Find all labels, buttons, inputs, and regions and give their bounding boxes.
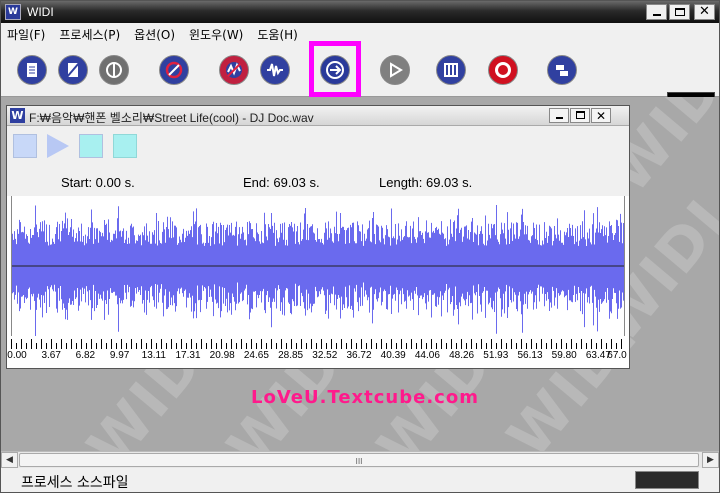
child-title-bar[interactable]: W F:₩음악₩핸폰 벨소리₩Street Life(cool) - DJ Do…	[7, 106, 629, 126]
close-icon: ✕	[699, 4, 710, 19]
maximize-icon	[576, 111, 585, 119]
child-minimize-button[interactable]	[549, 108, 569, 123]
stop-wave-icon	[226, 62, 242, 78]
ruler-label: 44.06	[414, 350, 440, 361]
stop-wave-button[interactable]	[219, 55, 249, 85]
ruler-label: 9.97	[109, 350, 130, 361]
play-button[interactable]	[47, 134, 69, 158]
menu-file[interactable]: 파일(F)	[7, 26, 45, 43]
time-info-row: Start: 0.00 s. End: 69.03 s. Length: 69.…	[7, 168, 629, 196]
record-button[interactable]	[488, 55, 518, 85]
logo-icon	[106, 62, 122, 78]
start-time: Start: 0.00 s.	[61, 175, 135, 190]
window-controls: ✕	[646, 4, 715, 20]
pause-button[interactable]	[79, 134, 103, 158]
no-entry-button[interactable]	[159, 55, 189, 85]
slash-document-icon	[66, 62, 80, 78]
close-button[interactable]: ✕	[694, 4, 715, 20]
player-controls	[7, 126, 629, 168]
close-icon: ✕	[595, 109, 607, 123]
ruler-label: 17.31	[175, 350, 201, 361]
ruler-label: 0.00	[7, 350, 27, 361]
widi-app-window: W WIDI ✕ 파일(F) 프로세스(P) 옵션(O) 윈도우(W) 도움(H…	[0, 0, 720, 493]
playback-icon	[390, 62, 403, 78]
horizontal-scrollbar[interactable]: ◀ III ▶	[1, 451, 719, 468]
ruler-label: 40.39	[380, 350, 406, 361]
wave-child-window: W F:₩음악₩핸폰 벨소리₩Street Life(cool) - DJ Do…	[6, 105, 630, 369]
stop-button[interactable]	[113, 134, 137, 158]
waveform-svg	[12, 205, 624, 337]
child-window-controls: ✕	[549, 108, 611, 123]
child-maximize-button[interactable]	[570, 108, 590, 123]
ruler-label: 51.93	[483, 350, 509, 361]
piano-icon	[444, 63, 458, 77]
scroll-right-button[interactable]: ▶	[702, 452, 719, 468]
maximize-icon	[675, 8, 685, 16]
overlay-url-text: LoVeU.Textcube.com	[251, 387, 479, 408]
ruler-label: 13.11	[141, 350, 166, 361]
minimize-icon	[653, 14, 661, 16]
ruler-label: 20.98	[209, 350, 235, 361]
slash-document-button[interactable]	[58, 55, 88, 85]
grip-icon: III	[355, 457, 363, 466]
ruler-ticks	[11, 339, 622, 349]
child-window-title: F:₩음악₩핸폰 벨소리₩Street Life(cool) - DJ Doc.…	[29, 111, 314, 125]
length-time: Length: 69.03 s.	[379, 175, 473, 190]
child-close-button[interactable]: ✕	[591, 108, 611, 123]
playback-button[interactable]	[380, 55, 410, 85]
ruler-label: 28.85	[278, 350, 304, 361]
convert-icon	[556, 65, 568, 76]
end-time: End: 69.03 s.	[243, 175, 320, 190]
maximize-button[interactable]	[669, 4, 690, 20]
child-app-icon[interactable]: W	[10, 108, 25, 123]
time-ruler[interactable]: 0.00 3.67 6.82 9.97 13.11 17.31 20.98 24.65 28.8…	[7, 336, 627, 366]
menu-help[interactable]: 도움(H)	[257, 26, 297, 43]
ruler-label: 6.82	[75, 350, 96, 361]
ruler-label: 3.67	[41, 350, 61, 361]
waveform-button[interactable]	[260, 55, 290, 85]
scroll-left-button[interactable]: ◀	[1, 452, 18, 468]
logo-tool-button[interactable]	[99, 55, 129, 85]
minimize-button[interactable]	[646, 4, 667, 20]
menu-process[interactable]: 프로세스(P)	[59, 26, 120, 43]
minimize-icon	[556, 117, 563, 119]
title-bar[interactable]: W WIDI ✕	[1, 1, 719, 23]
status-indicator	[635, 471, 699, 489]
app-icon[interactable]: W	[5, 4, 21, 20]
scroll-thumb[interactable]: III	[19, 453, 699, 467]
ruler-label: 36.72	[346, 350, 372, 361]
status-text: 프로세스 소스파일	[21, 475, 129, 491]
status-bar: 프로세스 소스파일	[1, 468, 719, 492]
convert-button[interactable]	[547, 55, 577, 85]
waveform-display[interactable]	[11, 196, 625, 337]
ruler-label: 59.80	[551, 350, 577, 361]
piano-button[interactable]	[436, 55, 466, 85]
record-icon	[495, 62, 511, 78]
document-icon	[27, 63, 37, 77]
ruler-label: 32.52	[312, 350, 338, 361]
no-entry-icon	[165, 61, 183, 79]
ruler-label: 24.65	[243, 350, 269, 361]
ruler-label: 48.26	[449, 350, 475, 361]
new-document-button[interactable]	[17, 55, 47, 85]
ruler-label: 56.13	[517, 350, 543, 361]
waveform-icon	[267, 63, 283, 77]
ruler-label: 67.0	[607, 350, 627, 361]
menu-options[interactable]: 옵션(O)	[134, 26, 175, 43]
app-title: WIDI	[27, 5, 54, 19]
menu-window[interactable]: 윈도우(W)	[189, 26, 243, 43]
selection-highlight-frame	[309, 41, 361, 97]
skip-back-button[interactable]	[13, 134, 37, 158]
